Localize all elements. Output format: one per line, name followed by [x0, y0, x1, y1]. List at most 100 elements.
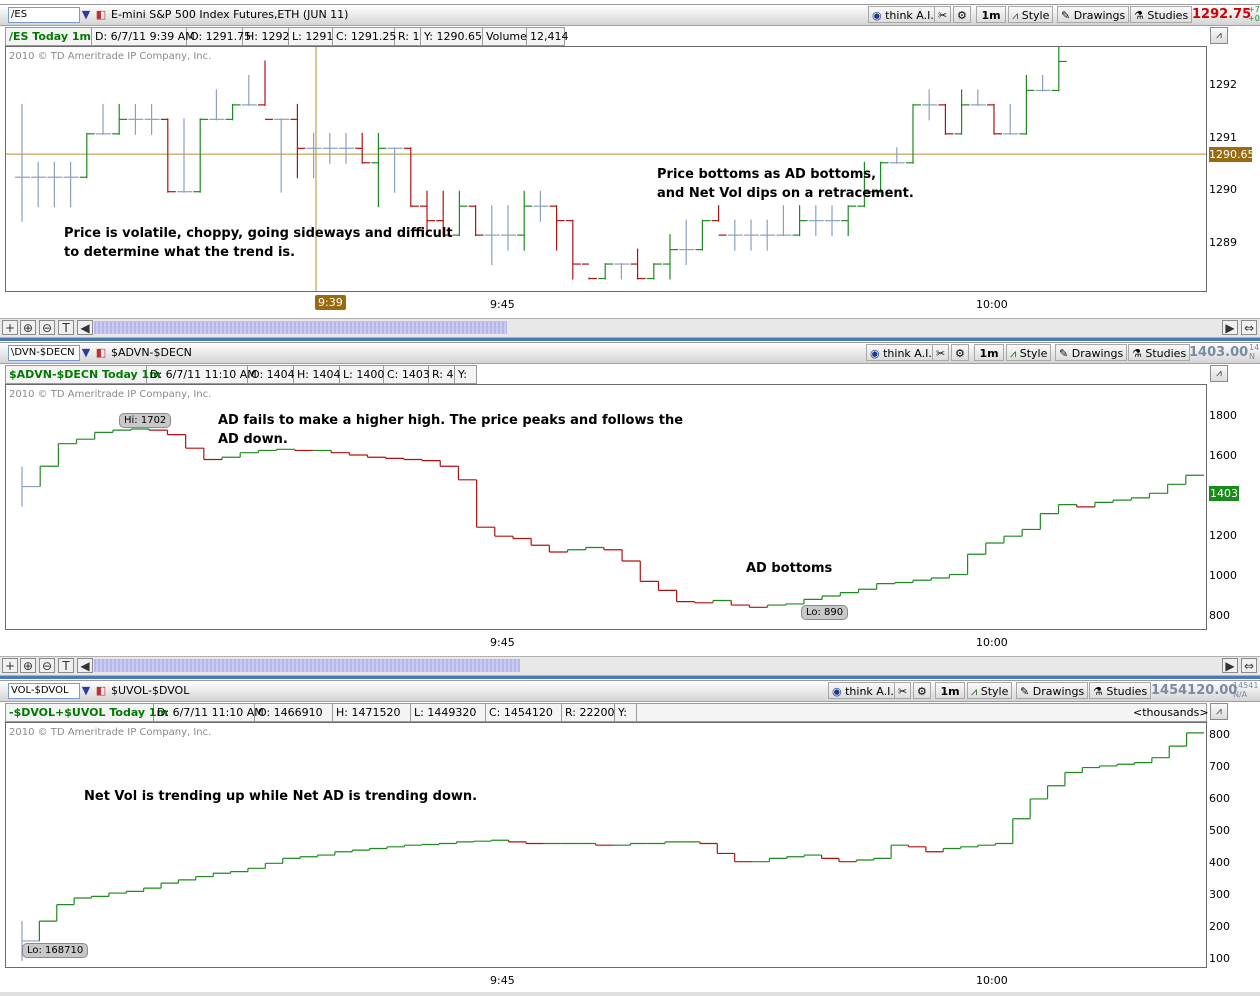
studies-button[interactable]: ⚗ Studies — [1128, 344, 1191, 361]
panel1-symbol-input[interactable]: /ES — [8, 7, 80, 23]
netvol-step — [716, 843, 735, 855]
netvol-step — [960, 846, 979, 849]
ad-step — [94, 431, 113, 440]
panel1-settings-icon[interactable]: ⩘ — [1210, 27, 1228, 44]
interval-button[interactable]: 1m — [935, 682, 965, 699]
drawings-button[interactable]: ✎ Drawings — [1016, 682, 1089, 699]
panel1-titlebar: /ES ▼ ◧ E-mini S&P 500 Index Futures,ETH… — [0, 4, 1260, 26]
panel1-info-bar: /ES Today 1m D: 6/7/11 9:39 AM O: 1291.7… — [5, 27, 569, 46]
netvol-step — [1064, 771, 1083, 786]
scroll-right-icon[interactable]: ▶ — [1222, 320, 1238, 335]
ad-step — [185, 434, 204, 449]
crosshair-icon[interactable]: + — [2, 320, 18, 335]
ohlc-bar — [533, 190, 549, 222]
scroll-thumb[interactable] — [94, 321, 507, 334]
y-tick: 800 — [1209, 609, 1230, 622]
text-tool-icon[interactable]: T — [58, 320, 74, 335]
x-tick: 10:00 — [976, 974, 1008, 987]
crosshair-icon[interactable]: + — [2, 658, 18, 673]
panel2-scrollbar[interactable]: + ⊕ ⊖ T ◀ ▶ ⇔ — [0, 656, 1260, 676]
ad-step — [1039, 513, 1059, 530]
expand-icon[interactable]: ⇔ — [1241, 658, 1257, 673]
wrench-icon[interactable]: ⚙ — [913, 682, 931, 699]
panel3-study-name[interactable]: -$DVOL+$UVOL Today 1m — [6, 704, 168, 721]
panel1-price-chart[interactable]: 2010 © TD Ameritrade IP Company, Inc. Pr… — [5, 46, 1207, 292]
hi-bubble: Hi: 1702 — [119, 413, 172, 428]
zoom-in-icon[interactable]: ⊕ — [20, 658, 36, 673]
style-button[interactable]: ⩘ Style — [1008, 6, 1054, 23]
panel1-last-price: 1292.75 — [1192, 7, 1252, 22]
panel3-settings-icon[interactable]: ⩘ — [1210, 703, 1228, 720]
panel2-ad-chart[interactable]: 2010 © TD Ameritrade IP Company, Inc. AD… — [5, 384, 1207, 630]
zoom-in-icon[interactable]: ⊕ — [20, 320, 36, 335]
style-button[interactable]: ⩘ Style — [1006, 344, 1052, 361]
panel2-study-name[interactable]: $ADVN-$DECN Today 1m — [6, 366, 161, 383]
scissors-icon[interactable]: ✂ — [934, 6, 952, 23]
studies-button[interactable]: ⚗ Studies — [1130, 6, 1193, 23]
panel1-study-name[interactable]: /ES Today 1m — [6, 28, 92, 45]
panel3-titlebar: VOL-$DVOL ▼ ◧ $UVOL-$DVOL ◉ think A.I. ✂… — [0, 680, 1260, 702]
ad-step — [112, 429, 132, 433]
netvol-step — [768, 857, 787, 862]
panel2-symbol-input[interactable]: \DVN-$DECN — [8, 345, 80, 361]
y-tick: 200 — [1209, 920, 1230, 933]
expand-icon[interactable]: ⇔ — [1241, 320, 1257, 335]
ad-step — [676, 590, 695, 603]
ad-step — [603, 547, 623, 551]
scissors-icon[interactable]: ✂ — [932, 344, 950, 361]
panel1-scrollbar[interactable]: + ⊕ ⊖ T ◀ ▶ ⇔ — [0, 318, 1260, 338]
info-close: C: 1291.25 — [333, 28, 396, 45]
ad-step — [930, 577, 950, 581]
panel2-change-bottom: N — [1249, 352, 1255, 361]
panel3-symbol-input[interactable]: VOL-$DVOL — [8, 683, 80, 699]
link-icon[interactable]: ◧ — [94, 7, 108, 22]
panel2-active-stripe — [0, 338, 1260, 341]
panel3-netvol-chart[interactable]: 2010 © TD Ameritrade IP Company, Inc. Ne… — [5, 722, 1207, 968]
netvol-step — [316, 854, 335, 857]
link-icon[interactable]: ◧ — [94, 345, 108, 360]
symbol-dropdown-icon[interactable]: ▼ — [79, 345, 93, 360]
wrench-icon[interactable]: ⚙ — [953, 6, 971, 23]
drawings-button[interactable]: ✎ Drawings — [1057, 6, 1130, 23]
scroll-left-icon[interactable]: ◀ — [77, 658, 93, 673]
ohlc-bar — [63, 161, 79, 208]
symbol-dropdown-icon[interactable]: ▼ — [79, 7, 93, 22]
ohlc-bar — [1051, 47, 1067, 92]
ohlc-bar — [970, 89, 986, 106]
ohlc-bar — [922, 89, 938, 121]
ohlc-bar — [225, 103, 241, 121]
think-ai-button[interactable]: ◉ think A.I. — [868, 6, 938, 23]
interval-button[interactable]: 1m — [976, 6, 1006, 23]
panel2-change-top: 14 — [1249, 343, 1260, 352]
studies-button[interactable]: ⚗ Studies — [1089, 682, 1152, 699]
panel2-settings-icon[interactable]: ⩘ — [1210, 365, 1228, 382]
info-y: Y: 1290.65 — [421, 28, 483, 45]
think-ai-button[interactable]: ◉ think A.I. — [866, 344, 936, 361]
ohlc-bar — [1003, 103, 1019, 135]
netvol-step — [786, 856, 805, 859]
wrench-icon[interactable]: ⚙ — [951, 344, 969, 361]
ad-step — [1112, 499, 1132, 503]
zoom-out-icon[interactable]: ⊖ — [39, 320, 55, 335]
zoom-out-icon[interactable]: ⊖ — [39, 658, 55, 673]
scroll-left-icon[interactable]: ◀ — [77, 320, 93, 335]
netvol-step — [247, 867, 266, 872]
symbol-dropdown-icon[interactable]: ▼ — [79, 683, 93, 698]
think-ai-button[interactable]: ◉ think A.I. — [828, 682, 898, 699]
info-date: D: 6/7/11 11:10 AM — [147, 366, 257, 383]
info-close: C: 1403 — [384, 366, 430, 383]
interval-button[interactable]: 1m — [974, 344, 1004, 361]
link-icon[interactable]: ◧ — [94, 683, 108, 698]
ohlc-bar — [744, 219, 759, 251]
text-tool-icon[interactable]: T — [58, 658, 74, 673]
scroll-right-icon[interactable]: ▶ — [1222, 658, 1238, 673]
scroll-thumb[interactable] — [94, 659, 520, 672]
annotation-price-volatile: Price is volatile, choppy, going sideway… — [64, 226, 453, 260]
ad-step — [1003, 535, 1023, 543]
ad-step — [130, 428, 150, 431]
scissors-icon[interactable]: ✂ — [894, 682, 912, 699]
style-button[interactable]: ⩘ Style — [967, 682, 1013, 699]
info-open: O: 1291.75 — [187, 28, 251, 45]
drawings-button[interactable]: ✎ Drawings — [1055, 344, 1128, 361]
info-low: L: 1449320 — [411, 704, 486, 721]
